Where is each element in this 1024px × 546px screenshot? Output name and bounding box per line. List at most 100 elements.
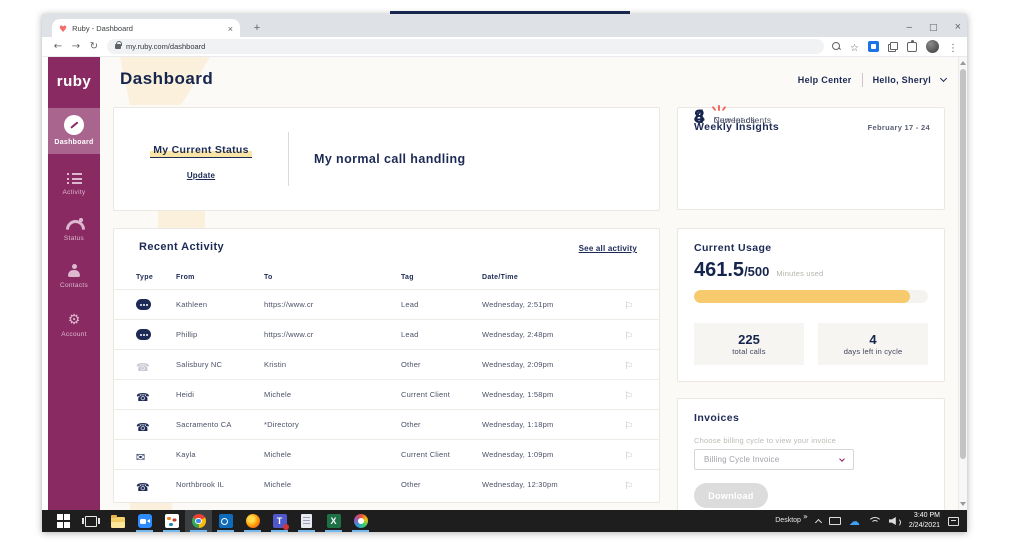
scroll-up-arrow[interactable] <box>960 61 966 65</box>
flag-icon[interactable] <box>624 386 633 404</box>
activity-tag: Other <box>401 360 482 369</box>
activity-to: https://www.cr <box>264 330 401 339</box>
taskbar-overflow-icon[interactable]: » <box>803 510 808 524</box>
forward-button[interactable] <box>69 41 83 52</box>
activity-datetime: Wednesday, 2:51pm <box>482 300 601 309</box>
taskbar-app-zoom[interactable] <box>131 510 158 532</box>
browser-tab[interactable]: Ruby - Dashboard <box>52 19 240 37</box>
recent-activity-card: Recent Activity See all activity TypeFro… <box>113 228 660 503</box>
column-header: To <box>264 274 401 281</box>
window-maximize-button[interactable] <box>929 17 938 35</box>
weekly-insights-card: Weekly Insights February 17 - 24 4 New l… <box>677 107 945 210</box>
taskbar-app-chrome[interactable] <box>185 510 212 532</box>
taskbar-app-file-explorer[interactable] <box>104 510 131 532</box>
chevron-down-icon <box>839 456 845 462</box>
activity-from: Sacramento CA <box>176 420 264 429</box>
activity-table-header: TypeFromToTagDate/Time <box>114 265 659 289</box>
header-right: Help Center Hello, Sheryl <box>798 73 946 87</box>
onedrive-cloud-icon[interactable] <box>849 512 860 530</box>
taskbar-clock[interactable]: 3:40 PM 2/24/2021 <box>909 511 940 531</box>
bookmark-star-icon[interactable] <box>850 38 859 56</box>
address-bar[interactable]: my.ruby.com/dashboard <box>107 39 824 54</box>
taskbar-app-paint[interactable] <box>347 510 374 532</box>
sidebar-item-activity[interactable]: Activity <box>48 163 100 202</box>
sidebar-item-account[interactable]: Account <box>48 304 100 344</box>
sidebar-item-dashboard[interactable]: Dashboard <box>48 108 100 154</box>
window-minimize-button[interactable] <box>906 17 912 35</box>
billing-cycle-dropdown[interactable]: Billing Cycle Invoice <box>694 449 854 470</box>
taskbar-app-task-view[interactable] <box>77 510 104 532</box>
activity-tag: Other <box>401 420 482 429</box>
activity-to: Michele <box>264 390 401 399</box>
taskbar-app-start[interactable] <box>50 510 77 532</box>
activity-row: Salisbury NC Kristin Other Wednesday, 2:… <box>114 349 659 379</box>
status-title: My Current Status <box>150 144 252 158</box>
see-all-activity-link[interactable]: See all activity <box>579 244 637 253</box>
insight-stat-label: Current clients <box>714 115 772 127</box>
share-icon[interactable] <box>888 42 898 52</box>
touch-keyboard-icon[interactable] <box>829 517 841 525</box>
taskbar-app-diagram[interactable] <box>158 510 185 532</box>
activity-table: Kathleen https://www.cr Lead Wednesday, … <box>114 289 659 499</box>
window-close-button[interactable] <box>955 17 961 35</box>
chevron-down-icon[interactable] <box>940 75 947 82</box>
sidebar-item-label: Activity <box>63 189 86 196</box>
taskbar-app-notepad[interactable] <box>293 510 320 532</box>
flag-icon[interactable] <box>624 296 633 314</box>
sidebar-item-icon <box>66 218 83 231</box>
extensions-puzzle-icon[interactable] <box>907 42 917 52</box>
taskbar-app-firefox[interactable] <box>239 510 266 532</box>
profile-avatar[interactable] <box>926 40 939 53</box>
browser-window: Ruby - Dashboard my.ruby.com/dashboard <box>42 14 967 532</box>
activity-from: Heidi <box>176 390 264 399</box>
activity-tag: Current Client <box>401 390 482 399</box>
wifi-icon[interactable] <box>868 517 881 526</box>
scroll-down-arrow[interactable] <box>960 502 966 506</box>
ruby-logo: ruby <box>48 57 100 105</box>
volume-icon[interactable] <box>889 516 901 526</box>
status-left-panel: My Current Status Update <box>114 108 288 210</box>
browser-menu-icon[interactable] <box>948 38 958 56</box>
help-center-link[interactable]: Help Center <box>798 75 852 85</box>
desktop-label[interactable]: Desktop <box>775 510 801 532</box>
taskbar-app-teams[interactable] <box>266 510 293 532</box>
flag-icon[interactable] <box>624 356 633 374</box>
window-controls <box>906 14 961 37</box>
taskbar-app-outlook[interactable] <box>212 510 239 532</box>
app-icon <box>354 514 368 528</box>
sidebar-nav: Dashboard Activity Status Contac <box>48 105 100 344</box>
taskbar-app-excel[interactable] <box>320 510 347 532</box>
action-center-icon[interactable] <box>948 517 959 526</box>
refresh-button[interactable] <box>87 41 101 52</box>
sidebar-item-icon <box>64 311 84 327</box>
usage-stat-box: 225 total calls <box>694 323 804 365</box>
sidebar-item-contacts[interactable]: Contacts <box>48 257 100 295</box>
flag-icon[interactable] <box>624 416 633 434</box>
user-greeting[interactable]: Hello, Sheryl <box>873 75 931 85</box>
lock-icon <box>115 44 121 49</box>
search-icon[interactable] <box>832 42 841 51</box>
invoices-subtitle: Choose billing cycle to view your invoic… <box>694 436 836 445</box>
page-title: Dashboard <box>120 69 213 89</box>
back-button[interactable] <box>51 41 65 52</box>
scrollbar-thumb[interactable] <box>960 69 966 459</box>
tab-title: Ruby - Dashboard <box>72 24 228 33</box>
download-button[interactable]: Download <box>694 483 768 508</box>
new-tab-button[interactable] <box>248 19 266 37</box>
activity-type-icon <box>136 478 152 491</box>
invoices-title: Invoices <box>694 412 739 424</box>
update-link[interactable]: Update <box>114 171 288 180</box>
app-icon <box>85 516 97 527</box>
activity-row: Phillip https://www.cr Lead Wednesday, 2… <box>114 319 659 349</box>
sidebar-item-status[interactable]: Status <box>48 211 100 248</box>
app-icon <box>111 517 125 528</box>
tab-close-icon[interactable] <box>228 19 233 37</box>
flag-icon[interactable] <box>624 446 633 464</box>
tray-chevron-up-icon[interactable] <box>815 518 822 525</box>
app-icon <box>327 514 341 528</box>
flag-icon[interactable] <box>624 476 633 494</box>
flag-icon[interactable] <box>624 326 633 344</box>
usage-progress-track <box>694 290 928 303</box>
extension-icon[interactable] <box>868 41 879 52</box>
page-scrollbar[interactable] <box>958 57 967 510</box>
